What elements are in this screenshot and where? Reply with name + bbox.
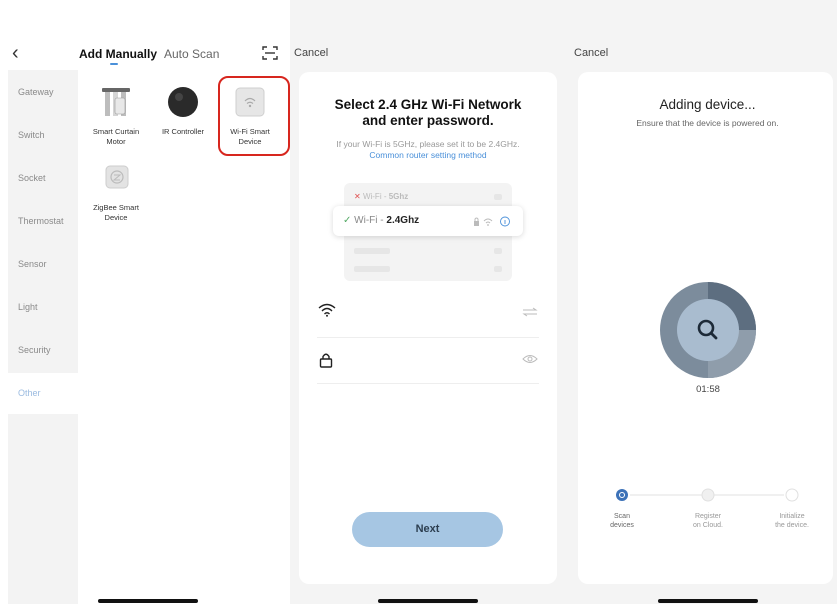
search-progress-ring xyxy=(660,282,756,378)
placeholder-bar xyxy=(354,248,390,254)
switch-network-icon[interactable] xyxy=(522,307,538,317)
curtain-motor-icon xyxy=(102,88,130,116)
ir-controller-icon xyxy=(168,87,198,117)
wifi-5ghz-band: 5Ghz xyxy=(388,192,409,201)
title-line1: Select 2.4 GHz Wi-Fi Network xyxy=(334,97,522,112)
cancel-button[interactable]: Cancel xyxy=(574,47,608,59)
home-indicator xyxy=(98,599,198,603)
step-register-label: Register on Cloud. xyxy=(683,512,733,530)
back-chevron-icon[interactable]: ‹ xyxy=(12,42,19,65)
lock-icon xyxy=(319,353,333,368)
wifi-5ghz-prefix: Wi-Fi - xyxy=(362,192,389,201)
device-ir-controller[interactable]: IR Controller xyxy=(153,86,213,137)
device-category-panel: ‹ Add Manually Auto Scan Gateway Switch … xyxy=(0,0,290,604)
device-zigbee-smart-device[interactable]: ZigBee Smart Device xyxy=(86,162,146,223)
category-sidebar: Gateway Switch Socket Thermostat Sensor … xyxy=(8,70,78,604)
band-instruction: If your Wi-Fi is 5GHz, please set it to … xyxy=(336,139,520,149)
step-scan-label: Scan devices xyxy=(597,512,647,530)
sidebar-item-sensor[interactable]: Sensor xyxy=(18,259,47,269)
tab-auto-scan[interactable]: Auto Scan xyxy=(164,47,219,61)
page-title: Select 2.4 GHz Wi-Fi Network and enter p… xyxy=(299,97,557,129)
device-smart-curtain-motor[interactable]: Smart Curtain Motor xyxy=(86,86,146,147)
placeholder-bar xyxy=(494,194,502,200)
sidebar-item-security[interactable]: Security xyxy=(18,345,51,355)
wifi-24ghz-label: ✓ Wi-Fi - 2.4Ghz xyxy=(343,215,419,226)
scan-frame-icon[interactable] xyxy=(262,46,278,60)
device-name-line1: ZigBee Smart xyxy=(93,203,139,212)
divider xyxy=(317,383,539,384)
wifi-24ghz-item: ✓ Wi-Fi - 2.4Ghz xyxy=(333,206,523,236)
router-setting-link[interactable]: Common router setting method xyxy=(299,150,557,160)
device-name-line2: Motor xyxy=(106,137,126,146)
sidebar-item-thermostat[interactable]: Thermostat xyxy=(18,216,64,226)
wifi-5ghz-item: ✕ Wi-Fi - 5Ghz xyxy=(354,192,408,201)
placeholder-bar xyxy=(494,248,502,254)
countdown-timer: 01:58 xyxy=(696,384,720,395)
active-tab-indicator xyxy=(110,63,118,65)
wifi-24ghz-prefix: Wi-Fi - xyxy=(354,215,387,226)
home-indicator xyxy=(378,599,478,603)
wifi-icon xyxy=(318,303,336,317)
page-title: Adding device... xyxy=(659,97,756,112)
selected-device-highlight xyxy=(218,76,290,156)
eye-icon[interactable] xyxy=(522,354,538,364)
cross-icon: ✕ xyxy=(354,192,361,201)
step-line2: devices xyxy=(610,522,634,529)
zigbee-device-icon xyxy=(105,165,129,189)
sidebar-item-switch[interactable]: Switch xyxy=(18,130,45,140)
step-line1: Register xyxy=(694,513,722,520)
sidebar-item-light[interactable]: Light xyxy=(18,302,38,312)
step-line2: on Cloud. xyxy=(693,522,723,529)
wifi-24ghz-band: 2.4Ghz xyxy=(386,215,420,226)
step-line1: Initialize xyxy=(779,513,805,520)
next-button[interactable]: Next xyxy=(352,512,503,547)
divider xyxy=(317,337,539,338)
device-name-line2: Device xyxy=(104,213,128,222)
step-line2: the device. xyxy=(775,522,809,529)
step-initialize-label: Initialize the device. xyxy=(767,512,817,530)
step-line1: Scan xyxy=(614,513,630,520)
lock-wifi-info-icon xyxy=(474,216,510,227)
power-instruction: Ensure that the device is powered on. xyxy=(636,118,779,128)
placeholder-bar xyxy=(494,266,502,272)
check-icon: ✓ xyxy=(343,215,352,226)
device-name-line1: Smart Curtain xyxy=(92,127,140,136)
sidebar-item-other[interactable]: Other xyxy=(18,388,41,398)
sidebar-item-gateway[interactable]: Gateway xyxy=(18,87,54,97)
sidebar-item-socket[interactable]: Socket xyxy=(18,173,46,183)
device-name-line1: IR Controller xyxy=(161,127,205,136)
cancel-button[interactable]: Cancel xyxy=(294,47,328,59)
home-indicator xyxy=(658,599,758,603)
step-progress-line xyxy=(616,488,799,502)
placeholder-bar xyxy=(354,266,390,272)
tab-add-manually[interactable]: Add Manually xyxy=(79,47,157,61)
title-line2: and enter password. xyxy=(362,113,494,128)
